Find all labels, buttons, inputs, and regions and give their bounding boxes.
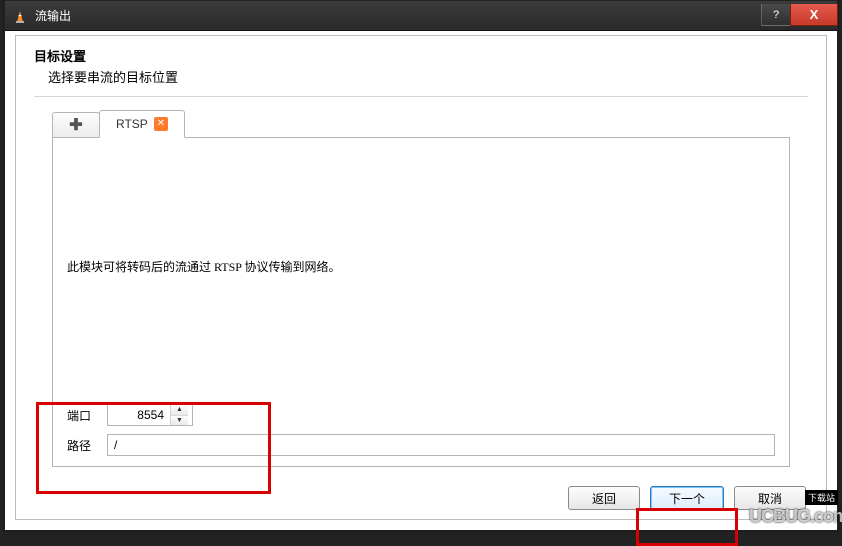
spinner-buttons: ▲ ▼ bbox=[170, 405, 188, 425]
tab-panel: 此模块可将转码后的流通过 RTSP 协议传输到网络。 端口 ▲ ▼ bbox=[52, 137, 790, 467]
divider bbox=[34, 96, 808, 97]
tab-rtsp[interactable]: RTSP ✕ bbox=[99, 110, 185, 138]
path-row: 路径 bbox=[67, 434, 775, 456]
tab-add[interactable]: ✚ bbox=[52, 112, 100, 138]
port-spinner[interactable]: ▲ ▼ bbox=[107, 404, 193, 426]
next-button[interactable]: 下一个 bbox=[650, 486, 724, 510]
window-title: 流输出 bbox=[35, 7, 761, 24]
content-panel: 目标设置 选择要串流的目标位置 ✚ RTSP ✕ 此模块可将转码后的流通过 RT… bbox=[15, 35, 827, 520]
path-label: 路径 bbox=[67, 437, 107, 454]
titlebar-buttons: ? X bbox=[761, 4, 837, 26]
field-group: 端口 ▲ ▼ 路径 bbox=[67, 396, 775, 456]
watermark-en: UCBUG.com bbox=[749, 506, 842, 527]
tab-close-icon[interactable]: ✕ bbox=[154, 117, 168, 131]
section-header: 目标设置 选择要串流的目标位置 bbox=[34, 46, 808, 86]
path-input[interactable] bbox=[107, 434, 775, 456]
app-icon bbox=[11, 7, 29, 25]
back-button[interactable]: 返回 bbox=[568, 486, 640, 510]
spinner-up-button[interactable]: ▲ bbox=[171, 405, 188, 416]
watermark-cn: 下载站 bbox=[805, 490, 838, 505]
annotation-highlight-next bbox=[636, 508, 738, 546]
dialog-window: 流输出 ? X 目标设置 选择要串流的目标位置 ✚ RTSP ✕ 此模块可将转码… bbox=[4, 0, 838, 531]
port-input[interactable] bbox=[108, 408, 170, 422]
section-subtitle: 选择要串流的目标位置 bbox=[48, 67, 808, 86]
help-button[interactable]: ? bbox=[761, 4, 791, 26]
close-button[interactable]: X bbox=[790, 4, 838, 26]
plus-icon: ✚ bbox=[69, 115, 82, 135]
tabs-container: ✚ RTSP ✕ 此模块可将转码后的流通过 RTSP 协议传输到网络。 端口 bbox=[34, 109, 808, 467]
titlebar: 流输出 ? X bbox=[5, 1, 837, 31]
port-label: 端口 bbox=[67, 407, 107, 424]
tab-rtsp-label: RTSP bbox=[116, 117, 148, 131]
port-row: 端口 ▲ ▼ bbox=[67, 404, 775, 426]
section-title: 目标设置 bbox=[34, 46, 808, 65]
spinner-down-button[interactable]: ▼ bbox=[171, 416, 188, 426]
module-description: 此模块可将转码后的流通过 RTSP 协议传输到网络。 bbox=[67, 258, 341, 275]
tab-strip: ✚ RTSP ✕ bbox=[52, 109, 808, 137]
